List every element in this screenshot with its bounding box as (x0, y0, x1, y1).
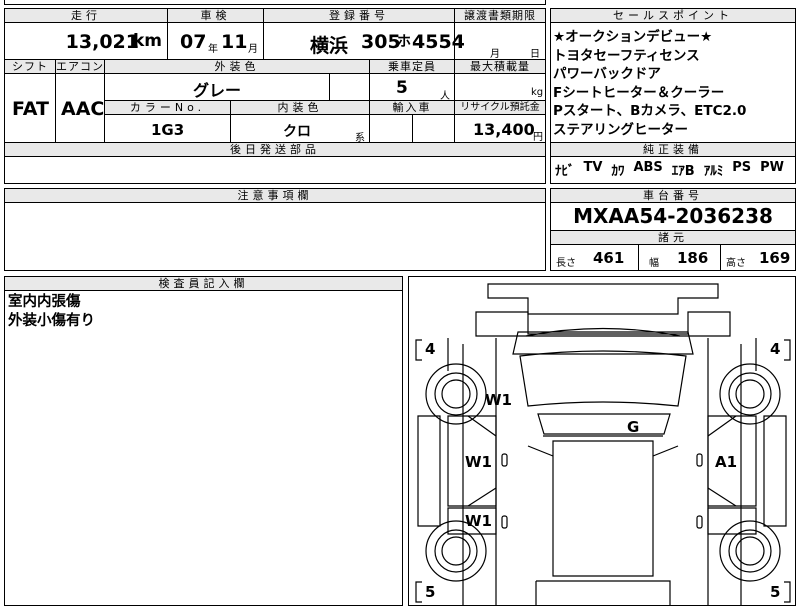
inspection-cell: 07 年 11 月 (167, 22, 264, 60)
transfer-deadline-header: 譲渡書類期限 (454, 8, 546, 23)
top-partial-row (4, 0, 546, 5)
max-load-header: 最大積載量 (454, 59, 546, 74)
damage-mark: W1 (465, 512, 492, 530)
shift-header: シフト (4, 59, 56, 74)
registration-cell: 横浜 305 ホ 4554 (263, 22, 465, 60)
sales-points-list: ★オークションデビュー★ トヨタセーフティセンス パワーバックドア Fシートヒー… (553, 28, 793, 139)
specs-header: 諸元 (550, 230, 796, 245)
exterior-color-cell: グレー (104, 73, 330, 101)
sales-point-line: ステアリングヒーター (553, 121, 688, 138)
equipment-list: ﾅﾋﾞ TV ｶﾜ ABS ｴｱB ｱﾙﾐ PS PW (555, 160, 795, 179)
specs-width-label: 幅 (649, 258, 659, 269)
inspection-header: 車検 (167, 8, 264, 23)
equipment-item: PS (732, 160, 752, 175)
damage-mark: A1 (715, 453, 738, 471)
sales-points-header: セールスポイント (550, 8, 796, 23)
inspection-year: 07 (180, 31, 207, 53)
transfer-month-unit: 月 (490, 49, 500, 60)
tire-depth-rear-right: 5 (770, 583, 781, 601)
specs-width-value: 186 (677, 249, 709, 267)
specs-length-cell: 長さ 461 (550, 244, 639, 271)
specs-height-label: 高さ (726, 258, 746, 269)
equipment-item: ｱﾙﾐ (703, 164, 724, 179)
sales-point-line: Pスタート、Bカメラ、ETC2.0 (553, 103, 747, 119)
damage-mark: W1 (485, 391, 512, 409)
max-load-unit: kg (531, 87, 544, 98)
inspector-header: 検査員記入欄 (4, 276, 403, 291)
sales-point-line: パワーバックドア (553, 66, 661, 82)
max-load-cell: kg (454, 73, 546, 101)
capacity-cell: 5 人 (369, 73, 455, 102)
color-no-cell: 1G3 (104, 114, 231, 143)
tire-depth-front-right: 4 (770, 340, 781, 358)
import-cell-b (412, 114, 455, 143)
specs-length-label: 長さ (556, 258, 576, 269)
car-diagram-panel: 4 4 5 5 W1 G W1 A1 W1 (408, 276, 796, 606)
color-no-value: 1G3 (151, 121, 185, 139)
interior-color-header: 内装色 (230, 100, 370, 115)
mileage-cell: 13,021 km (4, 22, 168, 60)
exterior-color-header: 外装色 (104, 59, 370, 74)
specs-height-cell: 高さ 169 (720, 244, 796, 271)
aircon-header: エアコン (55, 59, 105, 74)
notes-header: 注意事項欄 (4, 188, 546, 203)
mileage-value: 13,021 (65, 31, 139, 53)
specs-width-cell: 幅 186 (638, 244, 721, 271)
later-parts-header: 後日発送部品 (4, 142, 546, 157)
inspector-notes: 室内内張傷 外装小傷有り (8, 293, 95, 331)
inspection-month-unit: 月 (248, 44, 258, 55)
registration-header: 登録番号 (263, 8, 455, 23)
transfer-day-unit: 日 (530, 49, 540, 60)
registration-class: 305 (361, 31, 401, 53)
car-body-diagram (415, 283, 791, 606)
transfer-deadline-cell: 月 日 (454, 22, 546, 60)
equipment-item: TV (583, 160, 603, 175)
damage-mark: G (627, 418, 640, 436)
equipment-item: PW (760, 160, 784, 175)
equipment-item: ABS (633, 160, 663, 175)
exterior-color-value: グレー (193, 81, 242, 100)
registration-kana: ホ (397, 34, 411, 50)
equipment-header: 純正装備 (550, 142, 796, 157)
recycle-cell: 13,400 円 (454, 114, 546, 143)
mileage-header: 走行 (4, 8, 168, 23)
chassis-number: MXAA54-2036238 (573, 204, 773, 228)
recycle-unit: 円 (533, 132, 543, 143)
inspection-year-unit: 年 (208, 44, 218, 55)
inspector-note-line: 外装小傷有り (8, 313, 95, 329)
interior-color-value: クロ (283, 124, 311, 140)
import-cell-a (369, 114, 413, 143)
interior-color-cell: クロ 系 (230, 114, 370, 144)
damage-mark: W1 (465, 453, 492, 471)
specs-height-value: 169 (759, 249, 791, 267)
tire-depth-rear-left: 5 (425, 583, 436, 601)
sales-point-line: トヨタセーフティセンス (553, 47, 700, 64)
recycle-value: 13,400 (473, 120, 535, 139)
equipment-item: ｴｱB (671, 164, 695, 179)
equipment-item: ｶﾜ (611, 164, 625, 179)
aircon-value: AAC (61, 98, 105, 120)
shift-value: FAT (12, 98, 49, 120)
import-header: 輸入車 (369, 100, 455, 115)
inspection-month: 11 (221, 31, 248, 53)
tire-depth-front-left: 4 (425, 340, 436, 358)
aircon-cell: AAC (55, 73, 105, 143)
chassis-header: 車台番号 (550, 188, 796, 203)
sales-point-line: Fシートヒーター＆クーラー (553, 84, 725, 101)
recycle-header: リサイクル預託金 (454, 100, 546, 115)
capacity-value: 5 (396, 78, 408, 98)
exterior-color-extra-cell (329, 73, 370, 101)
color-no-header: カラーNo. (104, 100, 231, 115)
registration-area: 横浜 (310, 35, 349, 57)
sales-point-line: ★オークションデビュー★ (553, 29, 713, 45)
shift-cell: FAT (4, 73, 56, 143)
specs-length-value: 461 (593, 249, 625, 267)
equipment-item: ﾅﾋﾞ (555, 164, 575, 179)
capacity-header: 乗車定員 (369, 59, 455, 74)
mileage-unit: km (132, 31, 162, 51)
inspector-note-line: 室内内張傷 (8, 294, 81, 310)
